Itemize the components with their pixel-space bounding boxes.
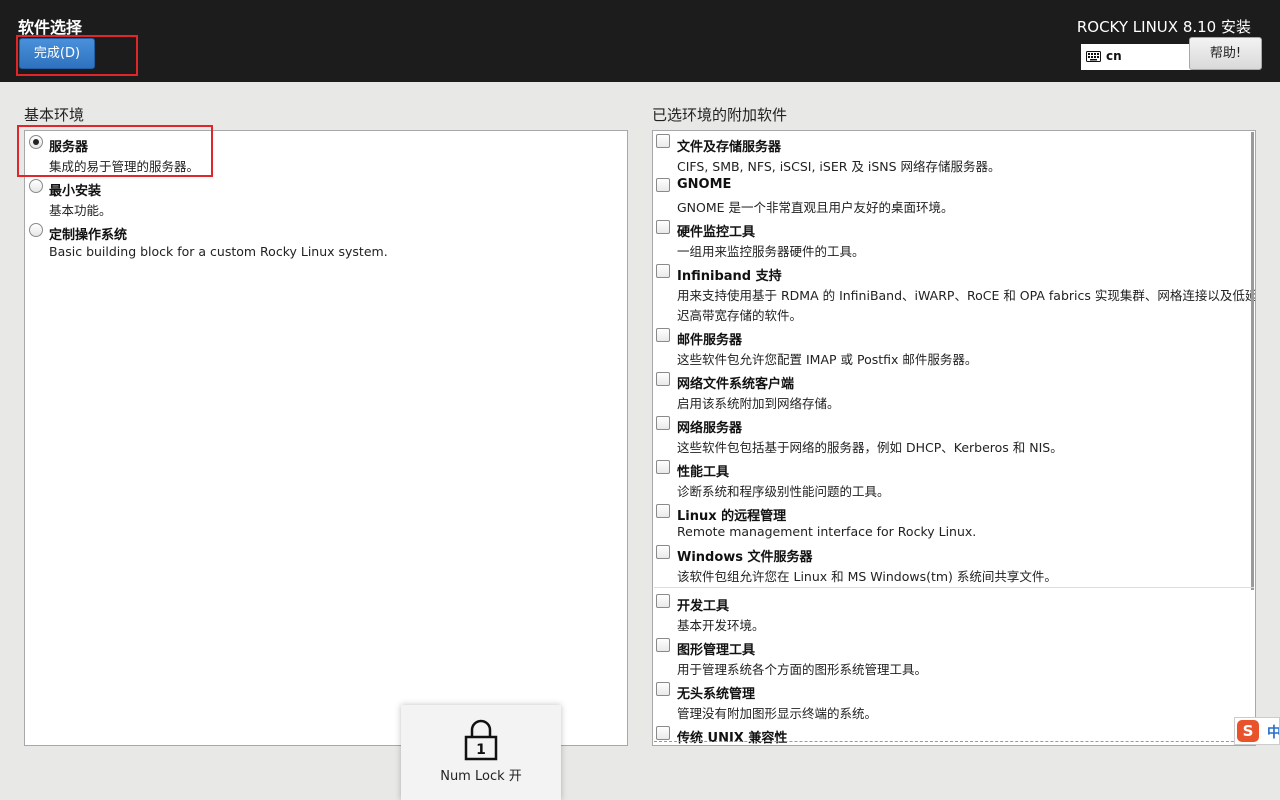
addon-title: Windows 文件服务器 — [677, 550, 813, 565]
numlock-label: Num Lock 开 — [440, 769, 522, 784]
env-option-desc: 基本功能。 — [49, 203, 112, 218]
radio-button[interactable] — [29, 223, 43, 237]
env-option-title: 最小安装 — [49, 184, 102, 199]
addon-title: 无头系统管理 — [677, 687, 756, 702]
ime-mode-label: 中 — [1267, 725, 1280, 741]
help-button[interactable]: 帮助! — [1189, 37, 1262, 70]
addon-title: Linux 的远程管理 — [677, 509, 787, 524]
addons-heading: 已选环境的附加软件 — [652, 106, 788, 124]
checkbox[interactable] — [656, 178, 670, 192]
keyboard-icon — [1086, 51, 1101, 65]
ime-indicator[interactable]: S 中 — [1234, 717, 1280, 745]
addons-divider — [654, 587, 1254, 588]
checkbox[interactable] — [656, 504, 670, 518]
addon-desc: 一组用来监控服务器硬件的工具。 — [677, 244, 865, 259]
addon-title: Infiniband 支持 — [677, 269, 782, 284]
env-option-title: 定制操作系统 — [49, 228, 128, 243]
checkbox[interactable] — [656, 638, 670, 652]
addon-desc: 诊断系统和程序级别性能问题的工具。 — [677, 484, 890, 499]
addon-desc: 该软件包组允许您在 Linux 和 MS Windows(tm) 系统间共享文件… — [677, 569, 1057, 584]
addon-title: 邮件服务器 — [677, 333, 743, 348]
lock-icon: 1 — [463, 719, 499, 765]
checkbox[interactable] — [656, 372, 670, 386]
checkbox[interactable] — [656, 682, 670, 696]
top-bar: 软件选择 完成(D) ROCKY LINUX 8.10 安装 cn 帮助! — [0, 0, 1280, 82]
env-option-desc: Basic building block for a custom Rocky … — [49, 244, 388, 259]
addon-desc: Remote management interface for Rocky Li… — [677, 524, 977, 539]
addon-title: 性能工具 — [677, 465, 730, 480]
highlight-box-server — [17, 125, 213, 177]
focus-dashed-line — [654, 741, 1254, 742]
addon-title: 网络服务器 — [677, 421, 743, 436]
base-env-heading: 基本环境 — [24, 106, 85, 124]
addon-desc: GNOME 是一个非常直观且用户友好的桌面环境。 — [677, 200, 954, 215]
checkbox[interactable] — [656, 726, 670, 740]
addon-title: 文件及存储服务器 — [677, 140, 782, 155]
highlight-box-done — [16, 35, 138, 76]
checkbox[interactable] — [656, 545, 670, 559]
addon-title: GNOME — [677, 177, 732, 192]
addon-desc: 用于管理系统各个方面的图形系统管理工具。 — [677, 662, 928, 677]
base-env-panel: 服务器 集成的易于管理的服务器。 最小安装 基本功能。 定制操作系统 Basic… — [24, 130, 628, 746]
numlock-key-number: 1 — [476, 742, 486, 758]
checkbox[interactable] — [656, 328, 670, 342]
checkbox[interactable] — [656, 416, 670, 430]
radio-button[interactable] — [29, 179, 43, 193]
checkbox[interactable] — [656, 594, 670, 608]
addon-title: 网络文件系统客户端 — [677, 377, 795, 392]
addon-desc: 管理没有附加图形显示终端的系统。 — [677, 706, 878, 721]
numlock-osd: 1 Num Lock 开 — [401, 705, 561, 800]
keyboard-layout-label: cn — [1106, 49, 1122, 63]
checkbox[interactable] — [656, 220, 670, 234]
addon-title: 图形管理工具 — [677, 643, 756, 658]
keyboard-layout-indicator[interactable]: cn — [1081, 44, 1193, 70]
addon-desc: 基本开发环境。 — [677, 618, 765, 633]
checkbox[interactable] — [656, 264, 670, 278]
addons-panel: 文件及存储服务器 CIFS, SMB, NFS, iSCSI, iSER 及 i… — [652, 130, 1256, 746]
sogou-ime-icon: S — [1237, 720, 1259, 742]
addon-title: 硬件监控工具 — [677, 225, 756, 240]
addon-desc: CIFS, SMB, NFS, iSCSI, iSER 及 iSNS 网络存储服… — [677, 159, 1001, 174]
addon-desc: 这些软件包包括基于网络的服务器，例如 DHCP、Kerberos 和 NIS。 — [677, 440, 1063, 455]
install-title: ROCKY LINUX 8.10 安装 — [1076, 18, 1251, 36]
addon-desc: 这些软件包允许您配置 IMAP 或 Postfix 邮件服务器。 — [677, 352, 978, 367]
addon-desc: 启用该系统附加到网络存储。 — [677, 396, 840, 411]
addons-scrollbar[interactable] — [1251, 132, 1254, 590]
checkbox[interactable] — [656, 134, 670, 148]
addon-title: 开发工具 — [677, 599, 730, 614]
checkbox[interactable] — [656, 460, 670, 474]
addon-title: 传统 UNIX 兼容性 — [677, 731, 788, 746]
addon-desc-line2: 迟高带宽存储的软件。 — [677, 308, 803, 323]
addon-desc: 用来支持使用基于 RDMA 的 InfiniBand、iWARP、RoCE 和 … — [677, 288, 1256, 303]
